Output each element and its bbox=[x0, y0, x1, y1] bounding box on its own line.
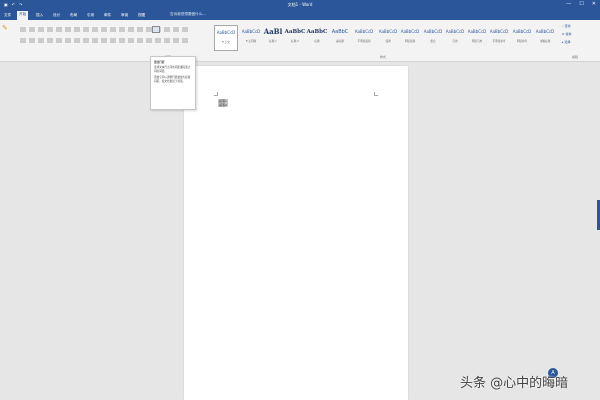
selected-line-2: 段落2 bbox=[219, 103, 227, 107]
tab-view[interactable]: 视图 bbox=[136, 12, 147, 19]
line-spacing-icon[interactable] bbox=[152, 26, 160, 33]
tab-insert[interactable]: 插入 bbox=[34, 12, 45, 19]
minimize-button[interactable]: — bbox=[566, 1, 571, 7]
tab-design[interactable]: 设计 bbox=[51, 12, 62, 19]
style-subtle-reference[interactable]: AaBbCcD 不明显参考 bbox=[487, 25, 511, 51]
ribbon-tabs: 文件 开始 插入 设计 布局 引用 邮件 审阅 视图 告诉我您想要做什么... bbox=[0, 10, 600, 20]
ribbon-home: ✎ AaBbCcD ¶ 正文 AaBbCcD ¶ 无间隔 AaBl 标题 1 A… bbox=[0, 20, 600, 62]
window-title: 文档1 - Word bbox=[287, 2, 313, 7]
style-emphasis[interactable]: AaBbCcD 强调 bbox=[376, 25, 400, 51]
style-strong[interactable]: AaBbCcD 要点 bbox=[421, 25, 445, 51]
style-subtle-emphasis[interactable]: AaBbCcD 不明显强调 bbox=[352, 25, 376, 51]
tab-mailings[interactable]: 邮件 bbox=[102, 12, 113, 19]
select-button[interactable]: ▸ 选择 bbox=[562, 40, 571, 44]
group-label-editing: 编辑 bbox=[572, 55, 579, 59]
margin-marker-left bbox=[214, 92, 218, 96]
style-heading-2[interactable]: AaBbC 标题 2 bbox=[283, 25, 307, 51]
title-bar: ▣ ↶ ↷ 文档1 - Word — ☐ ✕ bbox=[0, 0, 600, 10]
style-intense-reference[interactable]: AaBbCcD 明显参考 bbox=[510, 25, 534, 51]
tell-me-search[interactable]: 告诉我您想要做什么... bbox=[170, 12, 206, 17]
style-book-title[interactable]: AaBbCcD 书籍标题 bbox=[533, 25, 557, 51]
tab-review[interactable]: 审阅 bbox=[119, 12, 130, 19]
find-button[interactable]: ⌕ 查找 bbox=[562, 24, 571, 28]
editing-group: ⌕ 查找 ⇄ 替换 ▸ 选择 bbox=[562, 24, 571, 48]
style-intense-emphasis[interactable]: AaBbCcD 明显强调 bbox=[398, 25, 422, 51]
tab-home[interactable]: 开始 bbox=[17, 11, 29, 20]
tooltip-title: 更改行距 bbox=[154, 61, 165, 64]
maximize-button[interactable]: ☐ bbox=[579, 1, 583, 7]
paragraph-controls[interactable] bbox=[20, 38, 210, 44]
tooltip-text-1: 选择文本行之间的间距或段落之间的间距。 bbox=[154, 66, 191, 73]
group-label-styles: 样式 bbox=[380, 55, 387, 59]
style-heading-1[interactable]: AaBl 标题 1 bbox=[261, 25, 285, 51]
tab-references[interactable]: 引用 bbox=[85, 12, 96, 19]
style-no-spacing[interactable]: AaBbCcD ¶ 无间隔 bbox=[239, 25, 263, 51]
clipboard-paste-icon[interactable]: ✎ bbox=[2, 24, 8, 32]
tab-file[interactable]: 文件 bbox=[2, 12, 13, 19]
close-button[interactable]: ✕ bbox=[592, 1, 596, 7]
margin-marker-right bbox=[374, 92, 378, 96]
style-normal[interactable]: AaBbCcD ¶ 正文 bbox=[214, 25, 238, 51]
font-controls[interactable] bbox=[20, 27, 210, 33]
selected-text[interactable]: 段落1 段落2 bbox=[218, 99, 228, 107]
tooltip-text-2: 添加空间以调整行距或加大段落间距，使文档更易于阅读。 bbox=[154, 76, 191, 83]
document-page[interactable] bbox=[184, 66, 408, 400]
style-quote[interactable]: AaBbCcD 引用 bbox=[443, 25, 467, 51]
tab-layout[interactable]: 布局 bbox=[68, 12, 79, 19]
style-intense-quote[interactable]: AaBbCcD 明显引用 bbox=[465, 25, 489, 51]
style-title[interactable]: AaBbC 标题 bbox=[305, 25, 329, 51]
line-spacing-tooltip: 更改行距 选择文本行之间的间距或段落之间的间距。 添加空间以调整行距或加大段落间… bbox=[150, 56, 196, 110]
watermark-text: 头条 @心中的晦暗 bbox=[460, 376, 569, 391]
style-subtitle[interactable]: AaBbC 副标题 bbox=[328, 25, 352, 51]
replace-button[interactable]: ⇄ 替换 bbox=[562, 32, 571, 36]
